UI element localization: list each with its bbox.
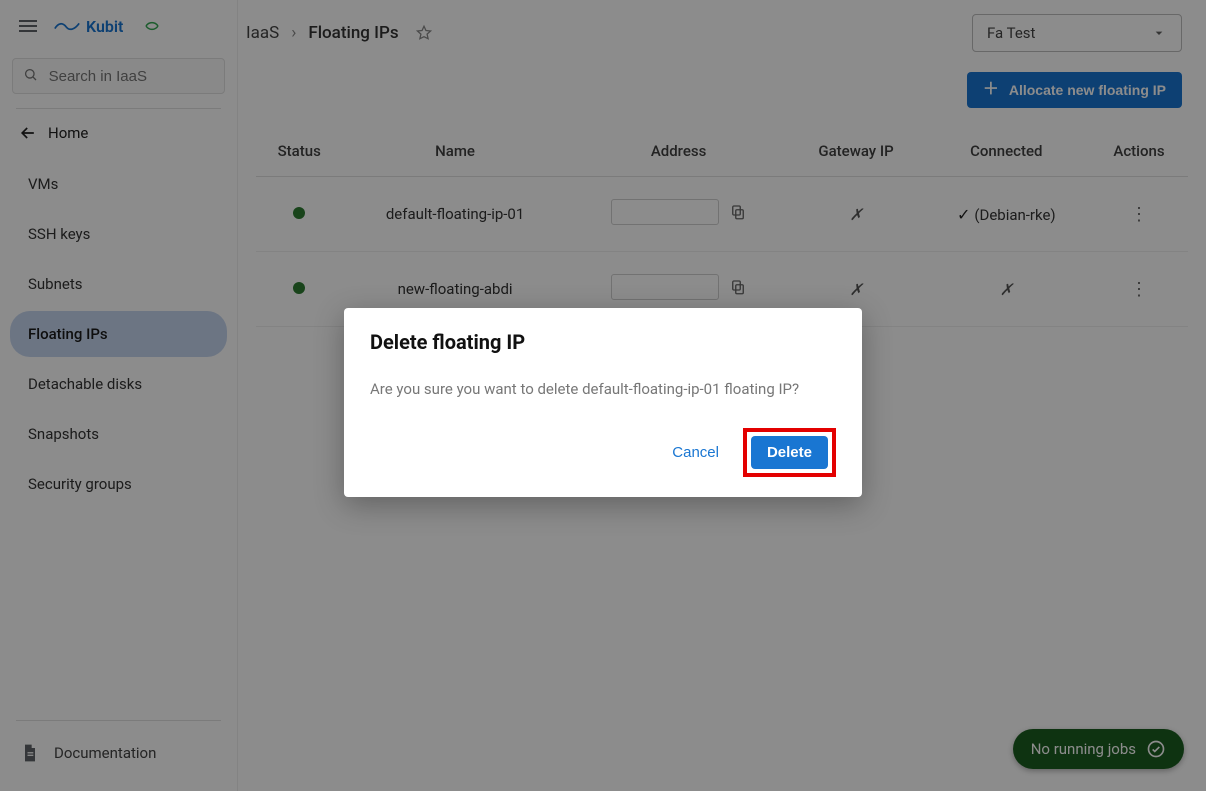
cancel-button[interactable]: Cancel <box>662 436 729 469</box>
delete-confirm-dialog: Delete floating IP Are you sure you want… <box>344 308 862 497</box>
modal-message: Are you sure you want to delete default-… <box>370 380 836 398</box>
modal-overlay[interactable]: Delete floating IP Are you sure you want… <box>0 0 1206 791</box>
modal-title: Delete floating IP <box>370 330 836 354</box>
modal-actions: Cancel Delete <box>370 428 836 477</box>
delete-button[interactable]: Delete <box>751 436 828 469</box>
highlight-box: Delete <box>743 428 836 477</box>
